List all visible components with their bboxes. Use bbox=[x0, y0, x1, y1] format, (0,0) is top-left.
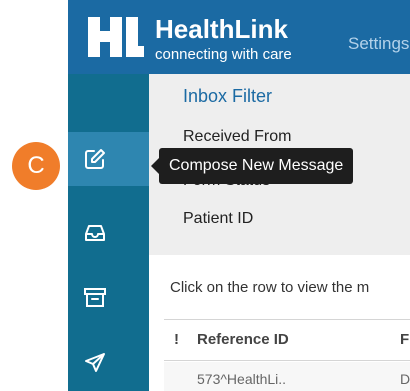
cell-third: D bbox=[400, 371, 410, 387]
column-header-reference-id[interactable]: Reference ID bbox=[197, 331, 289, 348]
sidebar-item-archive[interactable] bbox=[68, 271, 149, 325]
healthlink-logo-icon bbox=[88, 17, 144, 62]
sidebar-item-compose[interactable] bbox=[68, 132, 149, 186]
column-header-third[interactable]: F bbox=[400, 331, 409, 348]
table-row[interactable]: 573^HealthLi.. D bbox=[164, 362, 410, 391]
sidebar-item-inbox[interactable] bbox=[68, 206, 149, 260]
inbox-icon bbox=[85, 225, 105, 241]
annotation-marker: C bbox=[12, 142, 60, 190]
filter-label-patient-id[interactable]: Patient ID bbox=[183, 210, 253, 228]
nav-settings-link[interactable]: Settings bbox=[348, 34, 409, 54]
table-hint: Click on the row to view the m bbox=[170, 279, 370, 296]
sidebar-item-sent[interactable] bbox=[68, 336, 149, 390]
sidebar bbox=[68, 74, 149, 391]
filter-label-received-from[interactable]: Received From bbox=[183, 128, 291, 146]
send-icon bbox=[85, 353, 105, 372]
column-header-flag[interactable]: ! bbox=[174, 331, 179, 348]
cell-reference-id: 573^HealthLi.. bbox=[197, 371, 287, 387]
archive-icon bbox=[84, 288, 106, 307]
brand-tagline: connecting with care bbox=[155, 46, 292, 63]
compose-icon bbox=[85, 149, 105, 169]
table-header: ! Reference ID F bbox=[164, 319, 410, 361]
app-header: HealthLink connecting with care Settings bbox=[68, 0, 410, 74]
brand-name: HealthLink bbox=[155, 14, 288, 44]
tooltip-arrow bbox=[151, 158, 159, 174]
panel-title: Inbox Filter bbox=[183, 86, 273, 106]
page-margin bbox=[0, 0, 68, 391]
compose-tooltip: Compose New Message bbox=[159, 148, 354, 184]
